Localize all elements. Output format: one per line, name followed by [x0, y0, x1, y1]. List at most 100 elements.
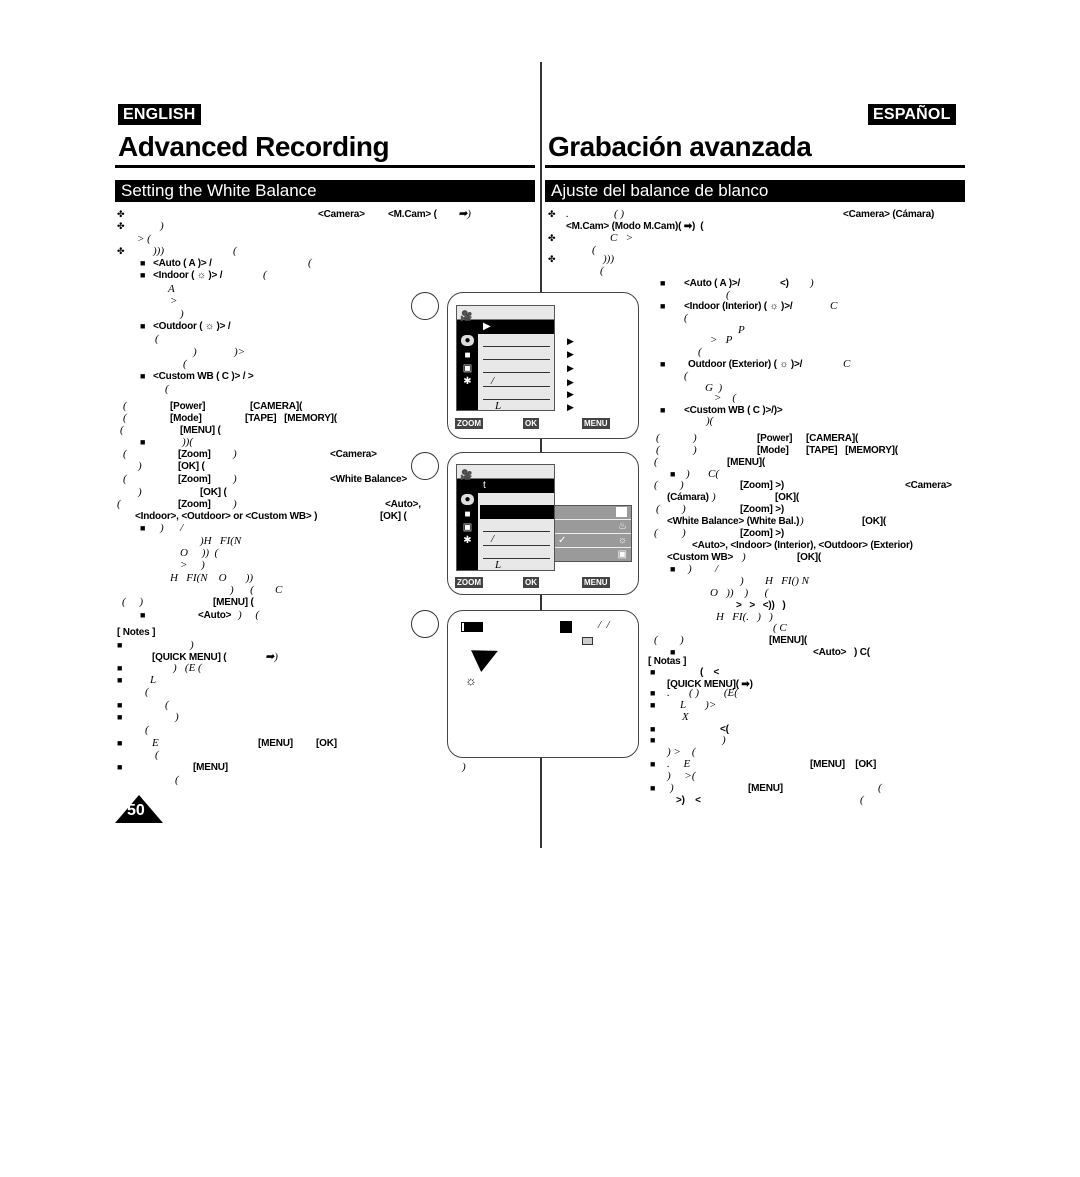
- camera-icon: ●: [461, 494, 474, 505]
- step-circle: [411, 610, 439, 638]
- text-fragment: [Zoom] >): [740, 480, 785, 491]
- text-fragment: <White Balance>: [330, 474, 408, 485]
- text-fragment: C: [843, 358, 851, 370]
- option-custom-wb[interactable]: ▣: [555, 548, 631, 561]
- lcd-screen-white-balance: 🎥 t ● ■ ▣ ✱ / L ♨ ✓ ☼ ▣ ZOOM OK MENU: [447, 452, 639, 595]
- text-fragment: [MENU] (: [213, 597, 254, 608]
- text-fragment: ): [233, 498, 237, 510]
- menu-button[interactable]: MENU: [582, 418, 610, 429]
- bullet-square-icon: ■: [650, 688, 656, 698]
- text-fragment: ): [160, 220, 164, 232]
- zoom-button[interactable]: ZOOM: [455, 577, 483, 588]
- text-fragment: C >: [610, 232, 634, 244]
- bullet-clover-icon: ✤: [117, 246, 125, 256]
- submenu-arrow-icon: ▶: [567, 336, 574, 346]
- movie-camera-icon: ■: [464, 509, 471, 520]
- text-fragment: [Zoom]: [178, 449, 211, 460]
- section-heading-spanish: Ajuste del balance de blanco: [545, 180, 965, 202]
- text-fragment: (: [123, 448, 127, 460]
- text-fragment: (: [684, 312, 688, 324]
- bullet-clover-icon: ✤: [548, 209, 556, 219]
- title-rule-spanish: [545, 165, 965, 168]
- menu-panel: 🎥 ▶ ● ■ ▣ ✱ / L ▶ ▶ ▶ ▶ ▶ ▶: [456, 305, 574, 412]
- gear-icon: ✱: [463, 376, 472, 387]
- option-auto[interactable]: [555, 506, 631, 520]
- text-fragment: >: [170, 295, 178, 307]
- text-fragment: >) <: [676, 795, 701, 806]
- option-outdoor[interactable]: ✓ ☼: [555, 534, 631, 548]
- menu-row-text: L: [495, 400, 502, 412]
- text-fragment: [MENU] [OK]: [810, 759, 877, 770]
- auto-icon: [616, 507, 627, 518]
- movie-camera-icon: ■: [464, 350, 471, 361]
- sun-icon: ☼: [617, 535, 627, 546]
- text-fragment: [MENU]: [748, 783, 783, 794]
- text-fragment: ): [693, 444, 697, 456]
- submenu-arrow-icon: ▶: [567, 389, 574, 399]
- text-fragment: [CAMERA](: [250, 401, 303, 412]
- text-fragment: <Auto>, <Indoor> (Interior), <Outdoor> (…: [692, 540, 913, 551]
- text-fragment: C(: [708, 468, 719, 480]
- language-badge-spanish: ESPAÑOL: [868, 104, 956, 125]
- gear-icon: ✱: [463, 535, 472, 546]
- step-circle: [411, 292, 439, 320]
- menu-row-line: [483, 531, 550, 532]
- battery-icon: [461, 622, 483, 632]
- bullet-square-icon: ■: [650, 759, 656, 769]
- tv-icon: ▣: [462, 363, 473, 374]
- menu-panel: 🎥 t ● ■ ▣ ✱ / L: [456, 464, 555, 571]
- zoom-button[interactable]: ZOOM: [455, 418, 483, 429]
- text-fragment: [Zoom] >): [740, 504, 785, 515]
- text-fragment: <Indoor>, <Outdoor> or <Custom WB> ): [135, 511, 318, 522]
- menu-row-line: [483, 545, 550, 546]
- text-fragment: (: [145, 724, 149, 736]
- menu-icon-column: ● ■ ▣ ✱: [457, 491, 478, 570]
- text-fragment: ): [693, 432, 697, 444]
- text-fragment: C: [275, 584, 283, 596]
- text-fragment: <Auto> ) C(: [813, 647, 870, 658]
- menu-row-line: [483, 399, 550, 400]
- text-fragment: [Power]: [170, 401, 206, 412]
- text-fragment: > P: [710, 334, 733, 346]
- text-fragment: <Auto>,: [385, 499, 421, 510]
- text-fragment: [MENU](: [769, 635, 808, 646]
- menu-button[interactable]: MENU: [582, 577, 610, 588]
- text-fragment: <Camera>: [318, 209, 365, 220]
- option-indoor[interactable]: ♨: [555, 520, 631, 534]
- text-fragment: [Zoom]: [178, 474, 211, 485]
- text-fragment: (: [165, 699, 169, 711]
- text-fragment: (: [878, 782, 882, 794]
- text-fragment: <Auto>: [198, 610, 232, 621]
- outdoor-sun-icon: ☼: [465, 673, 477, 688]
- bullet-square-icon: ■: [650, 700, 656, 710]
- text-fragment: > (: [714, 392, 737, 404]
- text-fragment: (: [183, 358, 187, 370]
- text-fragment: [Mode]: [757, 445, 789, 456]
- bullet-clover-icon: ✤: [548, 233, 556, 243]
- text-fragment: (: [698, 346, 702, 358]
- page-title-english: Advanced Recording: [118, 131, 390, 162]
- text-fragment: (: [592, 244, 596, 256]
- menu-row-line: [483, 359, 550, 360]
- bullet-square-icon: ■: [140, 270, 146, 280]
- menu-title-bar: 🎥: [457, 306, 554, 322]
- bullet-square-icon: ■: [117, 675, 123, 685]
- text-fragment: [OK]: [316, 738, 337, 749]
- bullet-square-icon: ■: [650, 724, 656, 734]
- text-fragment: <M.Cam> (Modo M.Cam)( ➡) (: [566, 221, 704, 232]
- step-circle: [411, 452, 439, 480]
- text-fragment: ➡): [265, 651, 278, 663]
- ok-button[interactable]: OK: [523, 577, 539, 588]
- ok-button[interactable]: OK: [523, 418, 539, 429]
- bullet-square-icon: ■: [660, 278, 666, 288]
- text-fragment: (: [726, 289, 730, 301]
- text-fragment: [Power]: [757, 433, 793, 444]
- bullet-square-icon: ■: [117, 640, 123, 650]
- bullet-clover-icon: ✤: [117, 209, 125, 219]
- bullet-square-icon: ■: [650, 667, 656, 677]
- text-fragment: (: [263, 269, 267, 281]
- menu-row-line: [483, 372, 550, 373]
- text-fragment: (: [145, 686, 149, 698]
- text-fragment: )>: [234, 346, 246, 358]
- text-fragment: [OK](: [775, 492, 799, 503]
